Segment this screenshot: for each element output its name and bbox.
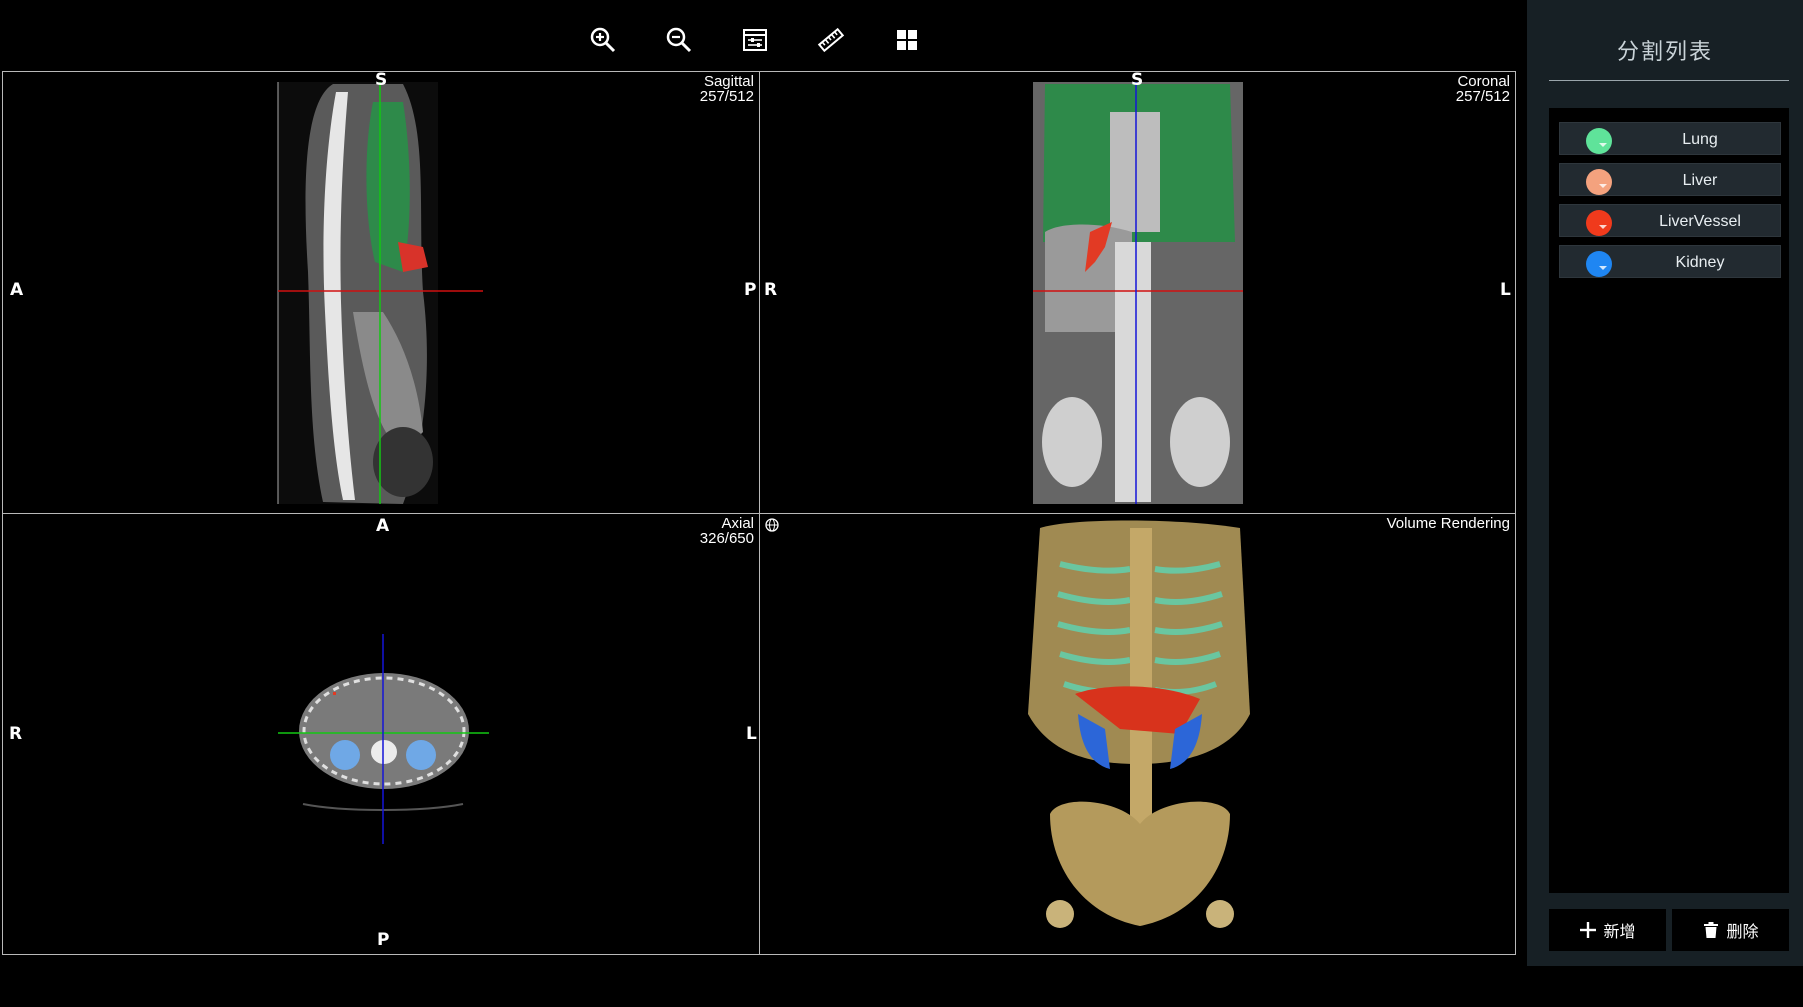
coronal-label: Coronal 257/512: [1456, 74, 1510, 104]
kidney-color-swatch[interactable]: [1586, 251, 1612, 277]
volume-rendering-viewport[interactable]: Volume Rendering: [760, 514, 1515, 954]
zoom-in-button[interactable]: [585, 22, 621, 58]
volume-view-name: Volume Rendering: [1386, 515, 1510, 532]
lung-color-swatch[interactable]: [1586, 128, 1612, 154]
axial-orient-bottom: P: [377, 930, 390, 950]
sagittal-viewport[interactable]: Sagittal 257/512 S A P: [3, 72, 760, 514]
segment-item-kidney[interactable]: Kidney: [1559, 245, 1781, 278]
coronal-orient-top: S: [1131, 72, 1144, 90]
segment-list: Lung Liver LiverVessel Kidney: [1549, 108, 1789, 893]
axial-view-name: Axial: [721, 515, 754, 532]
sidebar-title: 分割列表: [1616, 39, 1713, 64]
liver-color-swatch[interactable]: [1586, 169, 1612, 195]
sagittal-orient-left: A: [10, 280, 24, 300]
ruler-icon: [817, 27, 845, 53]
segment-item-lung[interactable]: Lung: [1559, 122, 1781, 155]
add-segment-label: 新增: [1603, 924, 1636, 941]
axial-slice-index: 326/650: [699, 530, 754, 547]
coronal-viewport[interactable]: Coronal 257/512 S R L: [760, 72, 1515, 514]
segment-item-liver[interactable]: Liver: [1559, 163, 1781, 196]
plus-icon: [1580, 922, 1597, 938]
coronal-slice-index: 257/512: [1455, 88, 1510, 105]
coronal-view-name: Coronal: [1457, 73, 1510, 90]
add-segment-button[interactable]: 新增: [1549, 909, 1666, 951]
layout-grid-icon: [897, 30, 917, 50]
sagittal-label: Sagittal 257/512: [700, 74, 754, 104]
volume-label: Volume Rendering: [1387, 516, 1510, 531]
zoom-out-icon: [666, 27, 692, 53]
axial-viewport[interactable]: Axial 326/650 A P R L: [3, 514, 760, 954]
delete-segment-button[interactable]: 删除: [1672, 909, 1789, 951]
viewer-toolbar: [585, 22, 925, 58]
globe-icon[interactable]: [765, 518, 779, 532]
zoom-out-button[interactable]: [661, 22, 697, 58]
zoom-in-icon: [590, 27, 616, 53]
ruler-button[interactable]: [813, 22, 849, 58]
axial-orient-right: L: [746, 724, 757, 744]
window-level-icon: [743, 29, 767, 51]
viewport-grid: Sagittal 257/512 S A P Coronal 257/512 S…: [2, 71, 1516, 955]
segmentation-sidebar: 分割列表 Lung Liver LiverVessel Kidney 新增 删除: [1527, 0, 1803, 966]
volume-rendering-image: [1028, 520, 1250, 928]
segment-name: LiverVessel: [1659, 213, 1741, 230]
livervessel-color-swatch[interactable]: [1586, 210, 1612, 236]
segment-name: Liver: [1682, 172, 1718, 189]
coronal-orient-left: R: [764, 280, 778, 300]
segment-name: Lung: [1682, 131, 1718, 148]
delete-segment-label: 删除: [1726, 924, 1759, 941]
segment-item-livervessel[interactable]: LiverVessel: [1559, 204, 1781, 237]
sidebar-divider: [1549, 80, 1789, 81]
sagittal-orient-top: S: [375, 72, 388, 90]
segment-name: Kidney: [1675, 254, 1725, 271]
sagittal-ct-image: [277, 82, 483, 504]
axial-orient-top: A: [376, 516, 390, 536]
axial-label: Axial 326/650: [700, 516, 754, 546]
window-level-button[interactable]: [737, 22, 773, 58]
layout-button[interactable]: [889, 22, 925, 58]
sagittal-orient-right: P: [744, 280, 757, 300]
coronal-ct-image: [1033, 82, 1243, 504]
axial-ct-image: [278, 634, 489, 844]
sagittal-slice-index: 257/512: [699, 88, 754, 105]
sagittal-view-name: Sagittal: [703, 73, 754, 90]
axial-orient-left: R: [9, 724, 23, 744]
coronal-orient-right: L: [1500, 280, 1511, 300]
trash-icon: [1704, 922, 1719, 938]
